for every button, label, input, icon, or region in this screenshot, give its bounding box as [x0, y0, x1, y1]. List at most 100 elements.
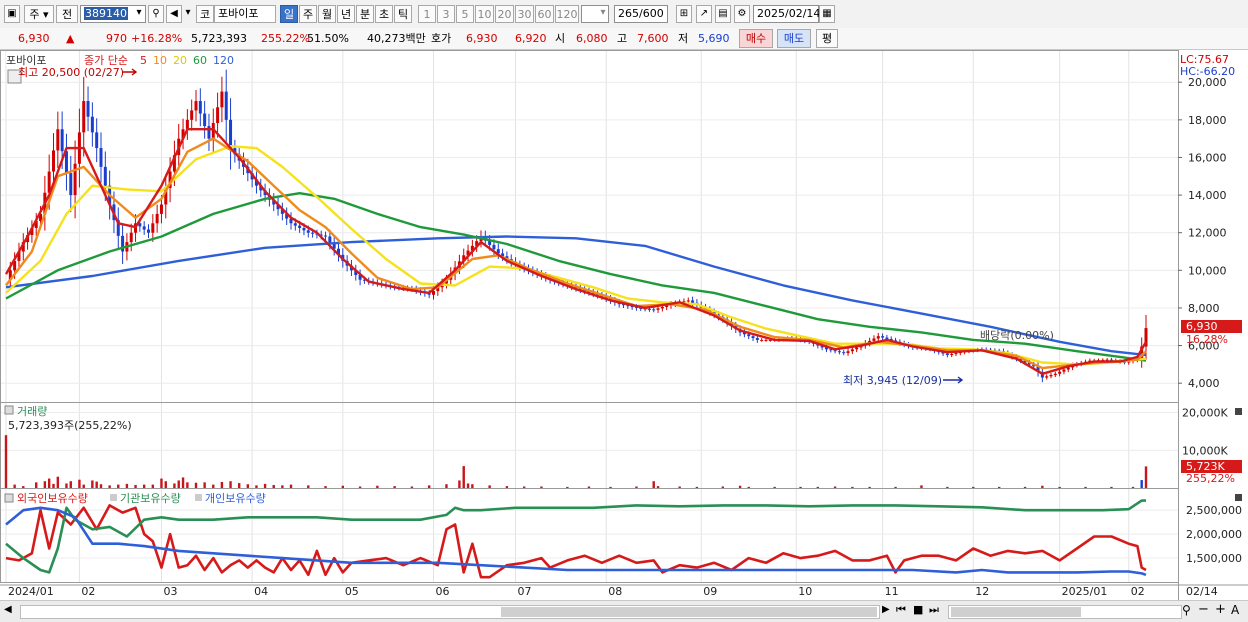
y-tick-label: 1,500,000	[1186, 552, 1242, 565]
minus-icon[interactable]: −	[1198, 602, 1209, 617]
buy-button[interactable]: 매수	[739, 29, 773, 48]
save-icon[interactable]: ▤	[715, 5, 731, 23]
volume-bar	[177, 480, 180, 488]
interval-30[interactable]: 30	[515, 5, 534, 23]
quote-volume: 5,723,393	[191, 32, 247, 45]
volume-bar	[95, 481, 98, 488]
volume-bar	[997, 486, 1001, 488]
y-tick-label: 8,000	[1188, 302, 1220, 315]
volume-bar	[255, 485, 258, 488]
interval-1[interactable]: 1	[418, 5, 436, 23]
holdings-panel-close-icon[interactable]	[1235, 494, 1242, 501]
volume-panel-close-icon[interactable]	[1235, 408, 1242, 415]
period-button[interactable]: 전	[56, 5, 78, 23]
interval-60[interactable]: 60	[535, 5, 554, 23]
count-total: /600	[639, 7, 664, 20]
indicator-icon[interactable]: ⊞	[676, 5, 692, 23]
tab-month[interactable]: 월	[318, 5, 336, 23]
volume-bar	[220, 481, 224, 488]
eval-button[interactable]: 평	[816, 29, 838, 48]
stock-chart[interactable]: 포바이포 종가 단순 5 10 20 60 120 최고 20,500 (02/…	[0, 50, 1248, 600]
plus-icon[interactable]: +	[1215, 602, 1226, 617]
market-type-select[interactable]: 주 ▾	[24, 5, 54, 23]
x-tick-label: 2024/01	[8, 585, 54, 598]
last-icon[interactable]: ⏭	[929, 603, 939, 617]
holdings-panel-icon[interactable]	[4, 493, 14, 503]
window-menu-icon[interactable]: ▣	[4, 5, 20, 23]
zoom-icon[interactable]: ⚲	[1182, 603, 1191, 617]
volume-bar	[358, 486, 362, 488]
interval-20[interactable]: 20	[495, 5, 514, 23]
tab-day[interactable]: 일	[280, 5, 298, 23]
candle	[203, 113, 207, 127]
candle	[99, 148, 103, 167]
volume-bar	[324, 486, 327, 488]
candle	[881, 336, 885, 338]
candle	[306, 230, 310, 233]
volume-bar	[488, 485, 491, 488]
volume-bar	[289, 484, 293, 488]
candle	[1045, 376, 1049, 378]
volume-bar	[181, 477, 185, 488]
annotation-dividend: 배당락(0.00%)	[980, 329, 1054, 342]
volume-bar	[393, 486, 396, 488]
tab-year[interactable]: 년	[337, 5, 355, 23]
sell-button[interactable]: 매도	[777, 29, 811, 48]
quote-ask1: 6,930	[466, 32, 498, 45]
count-input[interactable]: 265/600	[614, 5, 668, 23]
candle	[82, 101, 86, 133]
tab-tick[interactable]: 틱	[394, 5, 412, 23]
candle	[764, 339, 768, 341]
candle	[324, 235, 328, 237]
stock-name-field[interactable]: 포바이포	[214, 5, 276, 23]
chevron-down-icon[interactable]: ▾	[596, 5, 610, 23]
volume-bar	[462, 466, 465, 488]
legend-marker-icon	[195, 494, 202, 501]
interval-120[interactable]: 120	[555, 5, 579, 23]
candle	[755, 338, 759, 340]
volume-bar	[1140, 480, 1143, 488]
chevron-down-icon[interactable]: ▾	[132, 5, 146, 23]
x-tick-label: 08	[608, 585, 622, 598]
quote-price: 6,930	[18, 32, 50, 45]
quote-high: 7,600	[637, 32, 669, 45]
scroll-right-icon[interactable]: ▶	[882, 604, 890, 615]
candle	[147, 229, 150, 233]
candle	[751, 336, 755, 339]
zoom-track[interactable]	[948, 605, 1182, 619]
volume-panel-icon[interactable]	[4, 405, 14, 415]
holdings-y-axis: 1,500,000 2,000,000 2,500,000	[1186, 504, 1242, 565]
scrollbar-thumb[interactable]	[501, 607, 877, 617]
legend-ma120: 120	[213, 54, 234, 67]
tab-minute[interactable]: 분	[356, 5, 374, 23]
candle	[747, 334, 751, 337]
volume-bar	[799, 486, 802, 488]
status-bar: ◀ ▶ ⏮ ■ ⏭ ⚲ − + A	[0, 600, 1248, 622]
search-icon[interactable]: ⚲	[148, 5, 164, 23]
tab-week[interactable]: 주	[299, 5, 317, 23]
quote-low-label: 저	[678, 32, 689, 45]
market-type-value: 주	[29, 8, 40, 21]
speaker-dropdown-icon[interactable]: ▾	[182, 5, 194, 23]
gear-icon[interactable]: ⚙	[734, 5, 750, 23]
scroll-left-icon[interactable]: ◀	[4, 604, 12, 615]
quote-high-label: 고	[617, 32, 628, 45]
text-icon[interactable]: A	[1231, 603, 1239, 617]
stop-icon[interactable]: ■	[913, 603, 923, 616]
candle	[691, 300, 695, 303]
volume-bar	[376, 485, 379, 488]
interval-10[interactable]: 10	[475, 5, 494, 23]
interval-5[interactable]: 5	[456, 5, 474, 23]
candle	[656, 308, 660, 310]
zoom-thumb[interactable]	[951, 607, 1081, 617]
tab-second[interactable]: 초	[375, 5, 393, 23]
calendar-icon[interactable]: ▦	[819, 5, 835, 23]
drawing-icon[interactable]: ↗	[696, 5, 712, 23]
speaker-icon[interactable]: ◀	[166, 5, 182, 23]
volume-bar	[56, 476, 60, 488]
first-icon[interactable]: ⏮	[896, 603, 906, 617]
x-tick-label: 09	[703, 585, 717, 598]
interval-3[interactable]: 3	[437, 5, 455, 23]
scrollbar-track[interactable]	[20, 605, 880, 619]
date-input[interactable]: 2025/02/14	[753, 5, 820, 23]
